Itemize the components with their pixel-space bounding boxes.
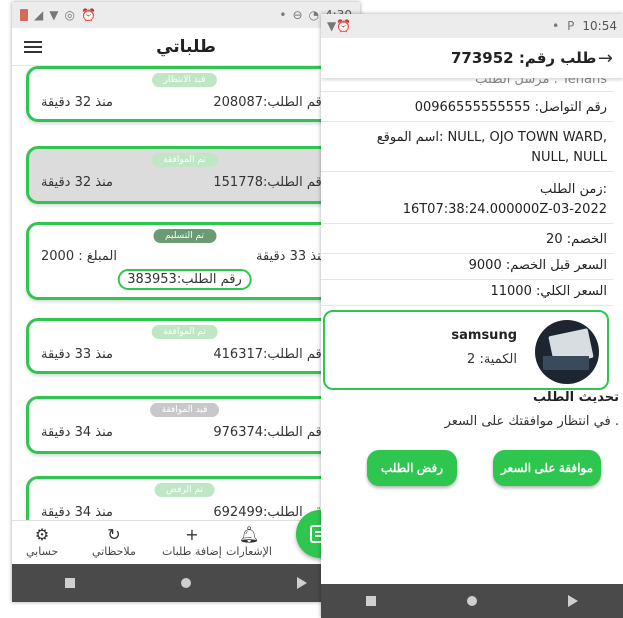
order-card[interactable]: تم الرفض منذ 34 دقيقة رقم الطلب:692499 <box>26 476 343 520</box>
order-time: منذ 33 دقيقة <box>256 249 328 264</box>
status-time: 10:54 <box>582 19 617 33</box>
plus-icon: + <box>185 525 199 544</box>
order-time: منذ 34 دقيقة <box>41 425 113 440</box>
page-title: طلباتي <box>156 36 216 57</box>
sender-row: مرسل الطلب : Tenahs <box>321 78 613 92</box>
contact-row: رقم التواصل: 00966555555555 <box>321 96 613 122</box>
app-bar: طلباتي <box>12 28 360 66</box>
price-before-row: السعر قبل الخصم: 9000 <box>321 254 613 280</box>
orders-screen: ◢ ▼ ◎ ⏰ • ⊖ ◔ 4:30 طلباتي قيد الانتظار م… <box>12 2 360 602</box>
dot-icon: • <box>552 19 560 33</box>
back-icon[interactable] <box>297 577 307 589</box>
parking-icon: P <box>567 19 575 33</box>
home-icon[interactable] <box>466 596 477 606</box>
order-time-label: زمن الطلب: <box>540 182 607 197</box>
order-time-value: 16T07:38:24.000000Z-03-2022 <box>402 202 607 217</box>
vibrate-icon: ◎ <box>64 8 75 22</box>
discount-row: الخصم: 20 <box>321 228 613 254</box>
minus-circle-icon: ⊖ <box>292 8 303 22</box>
status-badge: تم الموافقة <box>151 325 218 339</box>
total-price-row: السعر الكلي: 11000 <box>321 280 613 306</box>
reject-order-button[interactable]: رفض الطلب <box>367 450 457 486</box>
update-section-title: تحديث الطلب <box>533 390 619 405</box>
page-title: طلب رقم: 773952 <box>451 49 597 67</box>
location-line-1: اسم الموقع: NULL, OJO TOWN WARD, <box>376 130 607 145</box>
back-arrow-icon[interactable]: → <box>598 48 613 69</box>
nav-add-orders[interactable]: + إضافة طلبات <box>162 525 222 558</box>
order-number: رقم الطلب:208087 <box>213 95 328 110</box>
order-card[interactable]: قيد الانتظار منذ 32 دقيقة رقم الطلب:2080… <box>26 66 343 122</box>
status-badge: تم التسليم <box>152 229 217 243</box>
status-badge: قيد الانتظار <box>151 73 218 87</box>
orders-list[interactable]: قيد الانتظار منذ 32 دقيقة رقم الطلب:2080… <box>12 66 360 520</box>
order-card[interactable]: قيد الموافقة منذ 34 دقيقة رقم الطلب:9763… <box>26 396 343 454</box>
signal-icon: ◢ <box>34 8 44 22</box>
order-time: منذ 34 دقيقة <box>41 505 113 520</box>
system-nav-bar <box>12 564 360 602</box>
order-time: منذ 32 دقيقة <box>41 175 113 190</box>
bell-icon: 🔔︎ <box>238 525 260 544</box>
location-row: اسم الموقع: NULL, OJO TOWN WARD, NULL, N… <box>321 124 613 172</box>
order-time-row: زمن الطلب: 16T07:38:24.000000Z-03-2022 <box>321 176 613 224</box>
nav-my-account[interactable]: ⚙ حسابي <box>26 525 58 558</box>
wifi-icon: ▼ <box>327 19 337 33</box>
order-card[interactable]: تم الموافقة منذ 33 دقيقة رقم الطلب:41631… <box>26 318 343 374</box>
recents-icon[interactable] <box>65 578 75 588</box>
order-number: رقم الطلب:383953 <box>117 269 252 290</box>
sync-icon: ↻ <box>107 525 121 544</box>
product-image <box>535 320 599 384</box>
status-bar: ◢ ▼ ◎ ⏰ • ⊖ ◔ 4:30 <box>12 2 360 28</box>
order-number: رقم الطلب:976374 <box>213 425 328 440</box>
status-bar: ▼ ⏰ • P 10:54 <box>321 14 623 38</box>
menu-icon[interactable] <box>24 40 42 53</box>
app-bar: طلب رقم: 773952 → <box>321 38 623 78</box>
system-nav-bar <box>321 584 623 618</box>
status-badge: قيد الموافقة <box>149 403 220 417</box>
dot-icon: • <box>279 8 287 22</box>
location-line-2: NULL, NULL <box>531 150 607 165</box>
status-badge: تم الموافقة <box>151 153 218 167</box>
status-badge: تم الرفض <box>154 483 215 497</box>
product-card[interactable]: samsung الكمية: 2 <box>323 310 609 390</box>
order-time: منذ 33 دقيقة <box>41 347 113 362</box>
order-details-screen: ▼ ⏰ • P 10:54 طلب رقم: 773952 → مرسل الط… <box>321 14 623 618</box>
wifi-icon: ▼ <box>49 8 59 22</box>
alarm-icon: ⏰ <box>80 8 96 22</box>
user-settings-icon: ⚙ <box>34 525 50 544</box>
product-name: samsung <box>451 328 517 343</box>
update-message: في انتظار موافقتك على السعر . <box>444 414 619 429</box>
order-number: رقم الطلب:416317 <box>213 347 328 362</box>
battery-saver-icon <box>20 9 28 21</box>
order-amount: المبلغ : 2000 <box>41 249 117 264</box>
recents-icon[interactable] <box>366 596 377 606</box>
nav-my-notes[interactable]: ↻ ملاحظاتي <box>92 525 136 558</box>
product-quantity: الكمية: 2 <box>467 352 517 367</box>
approve-price-button[interactable]: موافقة على السعر <box>493 450 601 486</box>
back-icon[interactable] <box>567 595 578 607</box>
order-card[interactable]: تم التسليم المبلغ : 2000 منذ 33 دقيقة رق… <box>26 222 343 300</box>
home-icon[interactable] <box>181 578 191 588</box>
order-number: رقم الطلب:151778 <box>213 175 328 190</box>
order-details: مرسل الطلب : Tenahs رقم التواصل: 0096655… <box>321 78 623 318</box>
order-card[interactable]: تم الموافقة منذ 32 دقيقة رقم الطلب:15177… <box>26 146 343 204</box>
whatsapp-icon: ◔ <box>308 8 320 22</box>
alarm-icon: ⏰ <box>336 19 352 33</box>
nav-notifications[interactable]: 🔔︎ الإشعارات <box>226 525 272 558</box>
order-time: منذ 32 دقيقة <box>41 95 113 110</box>
